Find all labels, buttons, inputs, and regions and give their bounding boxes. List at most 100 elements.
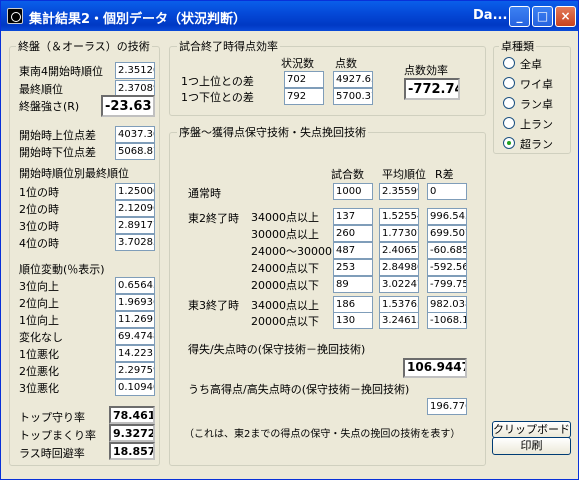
rank-change-field[interactable]: 69.4748 bbox=[115, 328, 155, 345]
app-icon[interactable] bbox=[7, 8, 23, 24]
by-rank-label: 4位の時 bbox=[19, 237, 59, 250]
rank-change-field[interactable]: 14.2231 bbox=[115, 345, 155, 362]
efficiency-group-title: 試合終了時得点効率 bbox=[177, 38, 280, 54]
normal-r-field[interactable]: 0 bbox=[427, 183, 467, 200]
rank-change-field[interactable]: 2.29759 bbox=[115, 362, 155, 379]
by-rank-label: 2位の時 bbox=[19, 203, 59, 216]
upper-status-field[interactable]: 702 bbox=[284, 71, 324, 88]
by-rank-field[interactable]: 3.70285 bbox=[115, 234, 155, 251]
east2-avg-field[interactable]: 1.77307 bbox=[379, 225, 419, 242]
east2-row-label: 30000点以上 bbox=[251, 228, 319, 241]
east2-games-field[interactable]: 89 bbox=[333, 276, 373, 293]
east2-games-field[interactable]: 487 bbox=[333, 242, 373, 259]
window-title-suffix: Da... bbox=[473, 8, 508, 23]
minimize-button[interactable]: _ bbox=[509, 6, 530, 27]
rank-change-title: 順位変動(％表示) bbox=[19, 263, 105, 276]
clipboard-button[interactable]: クリップボード bbox=[492, 421, 571, 438]
east2-avg-field[interactable]: 2.40657 bbox=[379, 242, 419, 259]
east2-games-field[interactable]: 253 bbox=[333, 259, 373, 276]
tech-group-title: 序盤～獲得点保守技術・失点挽回技術 bbox=[177, 124, 368, 140]
tech-note: （これは、東2までの得点の保守・失点の挽回の技術を表す） bbox=[184, 429, 461, 440]
normal-row-label: 通常時 bbox=[188, 187, 221, 200]
start-upper-diff-field[interactable]: 4037.30 bbox=[115, 126, 155, 143]
high-low-field[interactable]: 196.776 bbox=[427, 398, 467, 415]
normal-games-field[interactable]: 1000 bbox=[333, 183, 373, 200]
by-rank-field[interactable]: 2.89177 bbox=[115, 217, 155, 234]
east2-label: 東2終了時 bbox=[188, 212, 239, 225]
maximize-button[interactable]: □ bbox=[532, 6, 553, 27]
table-type-title: 卓種類 bbox=[499, 38, 536, 54]
upper-points-field[interactable]: 4927.63 bbox=[333, 71, 373, 88]
start-lower-diff-field[interactable]: 5068.87 bbox=[115, 143, 155, 160]
radio-dot-selected[interactable] bbox=[503, 137, 515, 149]
print-button[interactable]: 印刷 bbox=[492, 437, 571, 455]
east3-r-field[interactable]: 982.038 bbox=[427, 296, 467, 313]
endgame-strength-label: 終盤強さ(R) bbox=[19, 100, 80, 113]
by-rank-label: 3位の時 bbox=[19, 220, 59, 233]
lower-diff-row-label: 1つ下位との差 bbox=[181, 91, 254, 104]
top-keep-label: トップ守り率 bbox=[19, 411, 85, 424]
endgame-group-title: 終盤（＆オーラス）の技術 bbox=[16, 38, 152, 54]
close-button[interactable]: × bbox=[555, 6, 576, 27]
gain-loss-field[interactable]: 106.9447 bbox=[403, 358, 467, 378]
last-avoid-field[interactable]: 18.8571 bbox=[109, 442, 155, 460]
radio-label: ワイ卓 bbox=[520, 78, 553, 91]
rank-change-field[interactable]: 0.65645 bbox=[115, 277, 155, 294]
east2-row-label: 24000点以下 bbox=[251, 262, 319, 275]
table-type-all-radio[interactable]: 全卓 bbox=[503, 54, 579, 72]
radio-dot[interactable] bbox=[503, 57, 515, 69]
table-type-joran-radio[interactable]: 上ラン bbox=[503, 114, 579, 132]
final-rank-label: 最終順位 bbox=[19, 83, 63, 96]
rank-change-field[interactable]: 0.10940 bbox=[115, 379, 155, 396]
col-status-header: 状況数 bbox=[281, 57, 314, 70]
east3-label: 東3終了時 bbox=[188, 299, 239, 312]
high-low-label: うち高得点/高失点時の(保守技術－挽回技術) bbox=[188, 383, 410, 396]
col-avg-rank-header: 平均順位 bbox=[382, 168, 426, 181]
by-rank-field[interactable]: 1.25000 bbox=[115, 183, 155, 200]
radio-dot[interactable] bbox=[503, 117, 515, 129]
east2-avg-field[interactable]: 2.84980 bbox=[379, 259, 419, 276]
lower-points-field[interactable]: 5700.37 bbox=[333, 88, 373, 105]
rank-change-label: 2位悪化 bbox=[19, 365, 59, 378]
east3-games-field[interactable]: 130 bbox=[333, 312, 373, 329]
lower-status-field[interactable]: 792 bbox=[284, 88, 324, 105]
rank-change-field[interactable]: 1.96936 bbox=[115, 294, 155, 311]
endgame-strength-field[interactable]: -23.63 bbox=[101, 95, 155, 117]
points-efficiency-field[interactable]: -772.74 bbox=[404, 78, 460, 100]
east2-avg-field[interactable]: 3.02247 bbox=[379, 276, 419, 293]
rank-change-field[interactable]: 11.2691 bbox=[115, 311, 155, 328]
east2-r-field[interactable]: 699.507 bbox=[427, 225, 467, 242]
east2-r-field[interactable]: -592.56 bbox=[427, 259, 467, 276]
east2-r-field[interactable]: 996.543 bbox=[427, 208, 467, 225]
east2-avg-field[interactable]: 1.52554 bbox=[379, 208, 419, 225]
east2-r-field[interactable]: -60.685 bbox=[427, 242, 467, 259]
top-overtake-field[interactable]: 9.32721 bbox=[109, 424, 155, 442]
radio-label: 超ラン bbox=[520, 138, 553, 151]
east3-games-field[interactable]: 186 bbox=[333, 296, 373, 313]
east4-avg-rank-field[interactable]: 2.35120 bbox=[115, 62, 155, 79]
east2-row-label: 20000点以下 bbox=[251, 279, 319, 292]
east2-games-field[interactable]: 260 bbox=[333, 225, 373, 242]
east4-avg-rank-label: 東南4開始時順位 bbox=[19, 65, 103, 78]
east3-avg-field[interactable]: 1.53763 bbox=[379, 296, 419, 313]
rank-change-label: 1位悪化 bbox=[19, 348, 59, 361]
normal-avg-field[interactable]: 2.35599 bbox=[379, 183, 419, 200]
col-efficiency-header: 点数効率 bbox=[404, 64, 448, 77]
radio-dot[interactable] bbox=[503, 77, 515, 89]
col-games-header: 試合数 bbox=[331, 168, 364, 181]
radio-dot[interactable] bbox=[503, 97, 515, 109]
east3-r-field[interactable]: -1068.1 bbox=[427, 312, 467, 329]
table-type-choran-radio[interactable]: 超ラン bbox=[503, 134, 579, 152]
east2-row-label: 34000点以上 bbox=[251, 211, 319, 224]
start-lower-diff-label: 開始時下位点差 bbox=[19, 146, 96, 159]
top-keep-field[interactable]: 78.4615 bbox=[109, 406, 155, 424]
east3-avg-field[interactable]: 3.24615 bbox=[379, 312, 419, 329]
radio-label: ラン卓 bbox=[520, 98, 553, 111]
table-type-wai-radio[interactable]: ワイ卓 bbox=[503, 74, 579, 92]
by-rank-field[interactable]: 2.12096 bbox=[115, 200, 155, 217]
east2-games-field[interactable]: 137 bbox=[333, 208, 373, 225]
east2-r-field[interactable]: -799.75 bbox=[427, 276, 467, 293]
table-type-ran-radio[interactable]: ラン卓 bbox=[503, 94, 579, 112]
title-bar[interactable]: 集計結果2・個別データ（状況判断） Da... _ □ × bbox=[1, 1, 578, 31]
top-overtake-label: トップまくり率 bbox=[19, 429, 96, 442]
